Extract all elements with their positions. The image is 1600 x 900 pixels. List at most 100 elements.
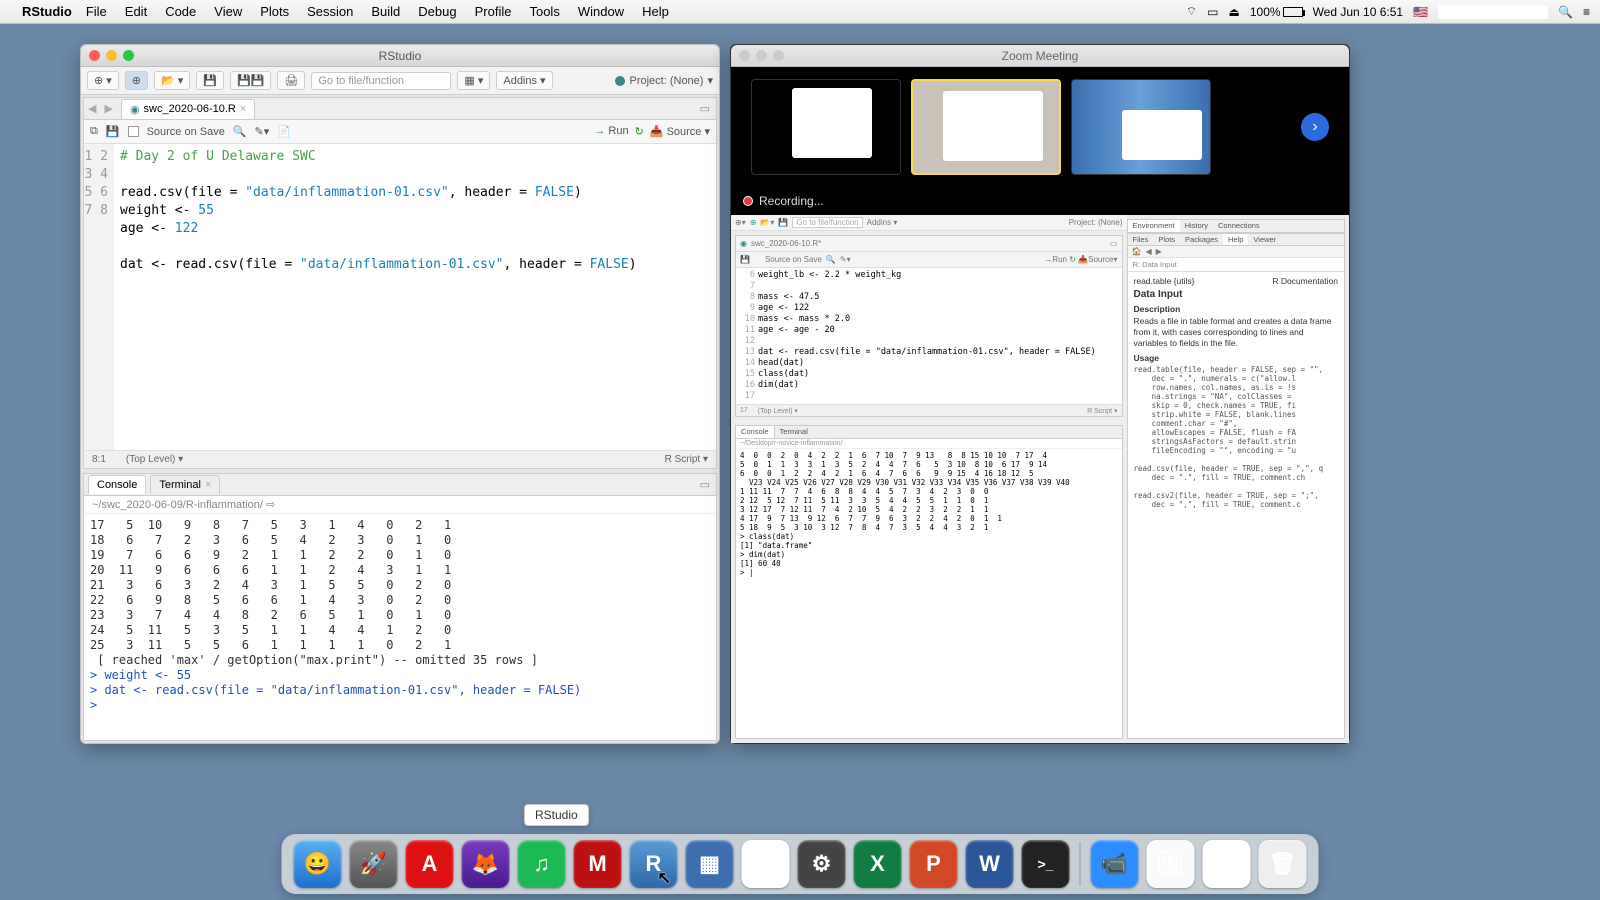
terminal-tab[interactable]: Terminal ×	[150, 475, 220, 494]
outline-icon[interactable]: 📄	[277, 125, 291, 138]
menu-debug[interactable]: Debug	[418, 4, 456, 19]
close-tab-icon[interactable]: ×	[240, 103, 246, 115]
menu-code[interactable]: Code	[165, 4, 196, 19]
console-body[interactable]: 17 5 10 9 8 7 5 3 1 4 0 2 1 18 6 7 2 3 6…	[84, 514, 716, 740]
help-desc: Reads a file in table format and creates…	[1134, 316, 1338, 349]
back-button[interactable]: ◀	[84, 102, 100, 115]
run-button[interactable]: → Run	[594, 125, 628, 138]
goto-file-input[interactable]: Go to file/function	[311, 72, 451, 90]
shared-console-body: 4 0 0 2 0 4 2 2 1 6 7 10 7 9 13 8 8 15 1…	[736, 449, 1122, 738]
zoom-button[interactable]	[123, 50, 134, 61]
minimize-button[interactable]	[756, 50, 767, 61]
menu-window[interactable]: Window	[578, 4, 624, 19]
pane-layout-icon[interactable]: ▭	[694, 102, 716, 115]
find-icon[interactable]: 🔍	[233, 125, 247, 138]
console-tab[interactable]: Console	[88, 475, 146, 494]
dock-trash[interactable]: 🗑	[1259, 840, 1307, 888]
source-editor[interactable]: 1 2 3 4 5 6 7 8 # Day 2 of U Delaware SW…	[84, 144, 716, 450]
close-button[interactable]	[89, 50, 100, 61]
print-button[interactable]: 🖨	[277, 71, 305, 90]
project-label: Project: (None)	[1069, 218, 1123, 227]
shared-console-tab: Console	[736, 426, 775, 438]
dock-acrobat[interactable]: A	[406, 840, 454, 888]
dock-settings[interactable]: ⚙	[798, 840, 846, 888]
control-center-icon[interactable]: ≡	[1583, 5, 1590, 19]
battery-pct: 100%	[1250, 5, 1281, 19]
dock-mendeley[interactable]: M	[574, 840, 622, 888]
traffic-lights[interactable]	[89, 50, 134, 61]
r-file-icon: ◉	[130, 103, 140, 116]
participant-2-active[interactable]	[911, 79, 1061, 175]
console-layout-icon[interactable]: ▭	[694, 478, 716, 491]
dock-spotify[interactable]: ♫	[518, 840, 566, 888]
grid-button[interactable]: ▦ ▾	[457, 71, 490, 90]
battery-icon[interactable]	[1283, 7, 1303, 17]
menu-profile[interactable]: Profile	[475, 4, 512, 19]
rstudio-titlebar[interactable]: RStudio	[81, 45, 719, 67]
close-button[interactable]	[739, 50, 750, 61]
code-area[interactable]: # Day 2 of U Delaware SWC read.csv(file …	[114, 144, 643, 450]
addins-menu[interactable]: Addins ▾	[496, 71, 552, 90]
new-file-button[interactable]: ⊕ ▾	[87, 71, 119, 90]
menu-edit[interactable]: Edit	[125, 4, 147, 19]
save-source-button[interactable]: 💾	[106, 125, 120, 138]
source-on-save-checkbox[interactable]	[128, 126, 139, 137]
popout-icon[interactable]: ⧉	[90, 125, 98, 138]
dock-word[interactable]: W	[966, 840, 1014, 888]
airplay-icon[interactable]: ▭	[1207, 5, 1218, 19]
sos-checkbox	[754, 256, 761, 263]
dock-bib[interactable]: ▦	[686, 840, 734, 888]
menu-tools[interactable]: Tools	[529, 4, 559, 19]
zoom-titlebar[interactable]: Zoom Meeting	[731, 45, 1349, 67]
participant-1[interactable]	[751, 79, 901, 175]
env-tabs: Environment History Connections	[1128, 220, 1344, 233]
wifi-icon[interactable]: ⌔	[1186, 4, 1197, 19]
search-icon[interactable]: 🔍	[1558, 5, 1573, 19]
save-all-button[interactable]: 💾💾	[230, 71, 271, 90]
source-on-save-label: Source on Save	[147, 126, 225, 138]
next-page-button[interactable]: ›	[1301, 113, 1329, 141]
lang-label[interactable]: R Script ▾	[665, 454, 708, 465]
dock-zoom[interactable]: 📹	[1091, 840, 1139, 888]
dock-powerpoint[interactable]: P	[910, 840, 958, 888]
menubar[interactable]: RStudio File Edit Code View Plots Sessio…	[0, 0, 1600, 24]
menu-plots[interactable]: Plots	[260, 4, 289, 19]
dock-excel[interactable]: X	[854, 840, 902, 888]
participant-3[interactable]	[1071, 79, 1211, 175]
flag-icon[interactable]: 🇺🇸	[1413, 5, 1428, 19]
rstudio-toolbar: ⊕ ▾ ⊕ 📂 ▾ 💾 💾💾 🖨 Go to file/function ▦ ▾…	[81, 67, 719, 95]
new-project-button[interactable]: ⊕	[125, 71, 148, 90]
dock-firefox[interactable]: 🦊	[462, 840, 510, 888]
app-name[interactable]: RStudio	[22, 4, 72, 19]
menu-help[interactable]: Help	[642, 4, 669, 19]
dock-finder[interactable]: 😀	[294, 840, 342, 888]
project-menu[interactable]: Project: (None)	[629, 75, 703, 87]
dock[interactable]: 😀 🚀 A 🦊 ♫ M R ↖ ▦ ✎ ⚙ X P W >_ 📹 🖼 🗑	[282, 834, 1319, 894]
source-statusbar: 8:1 (Top Level) ▾ R Script ▾	[84, 450, 716, 468]
open-file-button[interactable]: 📂 ▾	[154, 71, 190, 90]
source-tab[interactable]: ◉ swc_2020-06-10.R ×	[121, 99, 255, 119]
rerun-button[interactable]: ↻	[635, 125, 644, 138]
eject-icon[interactable]: ⏏	[1229, 5, 1240, 19]
save-button[interactable]: 💾	[196, 71, 224, 90]
menu-build[interactable]: Build	[371, 4, 400, 19]
minimize-button[interactable]	[106, 50, 117, 61]
dock-textedit[interactable]: ✎	[742, 840, 790, 888]
dock-preview[interactable]: 🖼	[1147, 840, 1195, 888]
menu-view[interactable]: View	[214, 4, 242, 19]
wand-icon[interactable]: ✎▾	[255, 125, 270, 138]
forward-button[interactable]: ▶	[100, 102, 116, 115]
source-button[interactable]: 📥 Source ▾	[650, 125, 710, 138]
rstudio-window[interactable]: RStudio ⊕ ▾ ⊕ 📂 ▾ 💾 💾💾 🖨 Go to file/func…	[80, 44, 720, 744]
scope-label[interactable]: (Top Level) ▾	[126, 454, 183, 465]
dock-launchpad[interactable]: 🚀	[350, 840, 398, 888]
menu-file[interactable]: File	[86, 4, 107, 19]
zoom-button[interactable]	[773, 50, 784, 61]
zoom-window[interactable]: Zoom Meeting › Recording... ⊕▾ ⊕ 📂▾ 💾 Go…	[730, 44, 1350, 744]
clock[interactable]: Wed Jun 10 6:51	[1313, 5, 1404, 19]
spotlight-field[interactable]	[1438, 5, 1548, 19]
menu-session[interactable]: Session	[307, 4, 353, 19]
dock-terminal[interactable]: >_	[1022, 840, 1070, 888]
dock-document[interactable]	[1203, 840, 1251, 888]
dock-rstudio[interactable]: R ↖	[630, 840, 678, 888]
